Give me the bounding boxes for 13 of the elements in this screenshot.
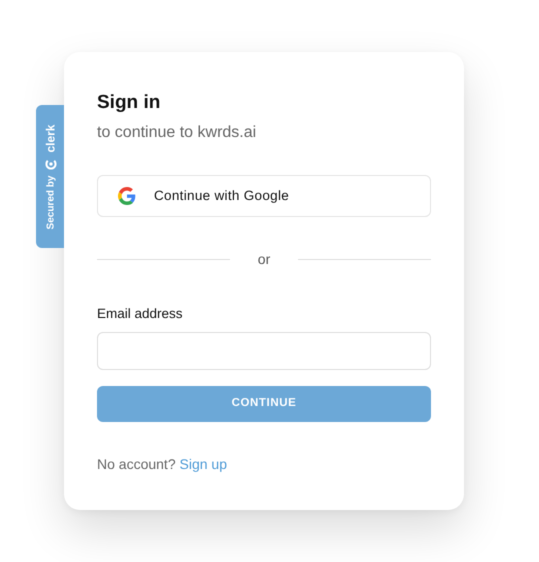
secured-by-tab[interactable]: Secured by clerk [36, 105, 64, 248]
logo-icon [44, 158, 56, 170]
card-title: Sign in [97, 92, 162, 115]
no-account-text: No account? Sign up [97, 455, 228, 474]
google-icon [118, 186, 136, 205]
email-field[interactable] [97, 332, 431, 370]
divider-label: or [256, 250, 272, 269]
google-sign-in-button[interactable]: Continue with Google [97, 174, 431, 217]
card-subtitle: to continue to kwrds.ai [97, 122, 258, 143]
brand-logo-text: clerk [42, 124, 58, 152]
secured-by-label: Secured by [44, 175, 56, 229]
email-label: Email address [97, 304, 184, 323]
sign-up-link[interactable]: Sign up [180, 456, 227, 472]
